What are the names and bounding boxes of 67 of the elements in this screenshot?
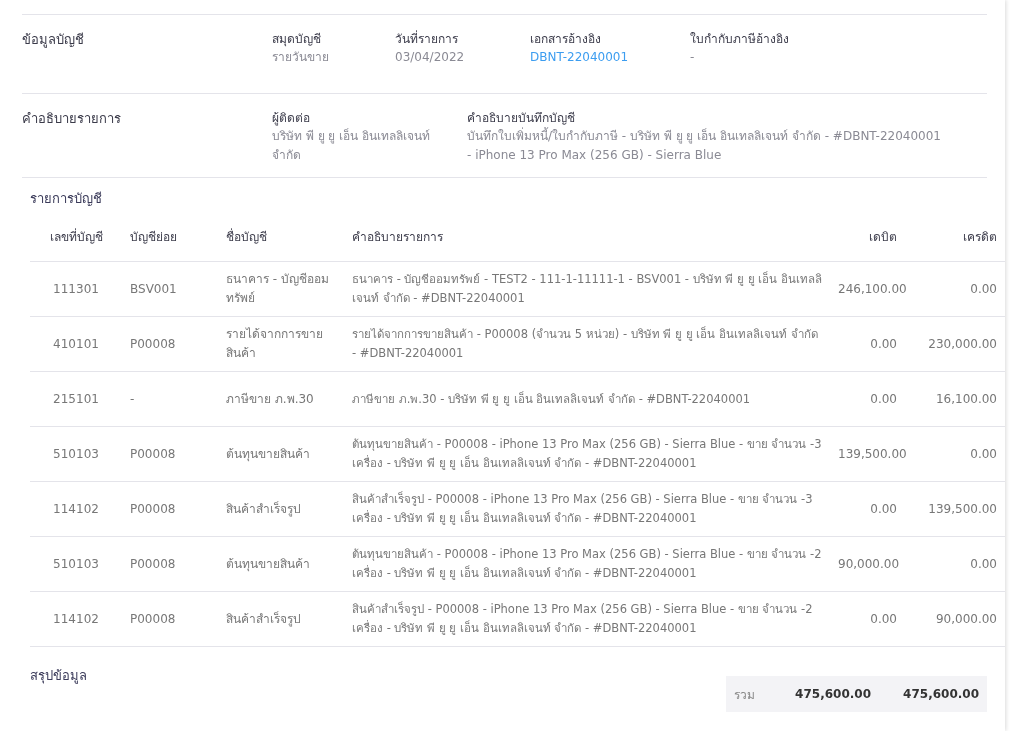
total-label: รวม <box>734 686 755 704</box>
table-cell: 114102 <box>30 591 122 647</box>
total-credit: 475,600.00 <box>902 687 980 701</box>
column-header: ชื่อบัญชี <box>218 215 344 262</box>
field-value: 03/04/2022 <box>395 49 466 66</box>
table-cell: 90,000.00 <box>905 591 1005 647</box>
field-value: บันทึกใบเพิ่มหนี้/ใบกำกับภาษี - บริษัท พี ยู ยู เอ็น อินเทลลิเจนท์ จำกัด - #DBNT-22040001 - iPhone 13 Pro Max (256 GB) - Sierra Blue <box>467 127 942 164</box>
document-link[interactable]: DBNT-22040001 <box>530 50 629 64</box>
table-cell: 139,500.00 <box>905 481 1005 537</box>
field-value: รายวันขาย <box>272 49 330 66</box>
table-cell: 0.00 <box>830 316 905 372</box>
field-label: ผู้ติดต่อ <box>272 110 311 127</box>
table-cell: สินค้าสำเร็จรูป - P00008 - iPhone 13 Pro Max (256 GB) - Sierra Blue - ขาย จำนวน -2 เครื่อง - บริษัท พี ยู ยู เอ็น อินเทลลิเจนท์ จำกัด - #DBNT-22040001 <box>344 591 830 647</box>
column-header: คำอธิบายรายการ <box>344 215 830 262</box>
table-cell: 215101 <box>30 371 122 427</box>
section-heading: คำอธิบายรายการ <box>22 110 122 128</box>
table-cell: P00008 <box>122 481 218 537</box>
table-cell: 16,100.00 <box>905 371 1005 427</box>
table-cell: ต้นทุนขายสินค้า - P00008 - iPhone 13 Pro Max (256 GB) - Sierra Blue - ขาย จำนวน -3 เครื่อง - บริษัท พี ยู ยู เอ็น อินเทลลิเจนท์ จำกัด - #DBNT-22040001 <box>344 426 830 482</box>
table-cell: 111301 <box>30 261 122 317</box>
table-cell: 139,500.00 <box>830 426 905 482</box>
table-cell: 0.00 <box>830 591 905 647</box>
table-title: รายการบัญชี <box>30 190 103 208</box>
table-cell: P00008 <box>122 316 218 372</box>
table-cell: 510103 <box>30 426 122 482</box>
table-cell: ภาษีขาย ภ.พ.30 <box>218 371 344 427</box>
field-value: - <box>690 49 696 66</box>
table-cell: สินค้าสำเร็จรูป <box>218 481 344 537</box>
table-cell: สินค้าสำเร็จรูป <box>218 591 344 647</box>
field-label: ใบกำกับภาษีอ้างอิง <box>690 31 790 48</box>
field-label: เอกสารอ้างอิง <box>530 31 602 48</box>
table-cell: - <box>122 371 218 427</box>
table-cell: ต้นทุนขายสินค้า - P00008 - iPhone 13 Pro Max (256 GB) - Sierra Blue - ขาย จำนวน -2 เครื่อง - บริษัท พี ยู ยู เอ็น อินเทลลิเจนท์ จำกัด - #DBNT-22040001 <box>344 536 830 592</box>
table-cell: P00008 <box>122 426 218 482</box>
table-cell: 0.00 <box>830 371 905 427</box>
table-cell: 90,000.00 <box>830 536 905 592</box>
field-label: คำอธิบายบันทึกบัญชี <box>467 110 576 127</box>
table-cell: BSV001 <box>122 261 218 317</box>
table-cell: 230,000.00 <box>905 316 1005 372</box>
table-cell: ธนาคาร - บัญชีออมทรัพย์ - TEST2 - 111-1-11111-1 - BSV001 - บริษัท พี ยู ยู เอ็น อินเทลลิเจนท์ จำกัด - #DBNT-22040001 <box>344 261 830 317</box>
table-cell: 0.00 <box>905 426 1005 482</box>
table-cell: 0.00 <box>905 536 1005 592</box>
table-cell: รายได้จากการขายสินค้า - P00008 (จำนวน 5 หน่วย) - บริษัท พี ยู ยู เอ็น อินเทลลิเจนท์ จำกัด - #DBNT-22040001 <box>344 316 830 372</box>
table-cell: รายได้จากการขายสินค้า <box>218 316 344 372</box>
field-label: สมุดบัญชี <box>272 31 322 48</box>
table-cell: 410101 <box>30 316 122 372</box>
total-debit: 475,600.00 <box>794 687 872 701</box>
column-header: เดบิต <box>830 215 905 262</box>
field-value: บริษัท พี ยู ยู เอ็น อินเทลลิเจนท์ จำกัด <box>272 127 432 164</box>
table-cell: ต้นทุนขายสินค้า <box>218 536 344 592</box>
table-cell: ต้นทุนขายสินค้า <box>218 426 344 482</box>
table-cell: 510103 <box>30 536 122 592</box>
column-header: เลขที่บัญชี <box>30 215 122 262</box>
summary-title: สรุปข้อมูล <box>30 667 88 686</box>
table-cell: 114102 <box>30 481 122 537</box>
field-label: วันที่รายการ <box>395 29 459 48</box>
section-heading: ข้อมูลบัญชี <box>22 31 85 50</box>
table-cell: ภาษีขาย ภ.พ.30 - บริษัท พี ยู ยู เอ็น อินเทลลิเจนท์ จำกัด - #DBNT-22040001 <box>344 371 830 427</box>
column-header: บัญชีย่อย <box>122 215 218 262</box>
table-cell: P00008 <box>122 536 218 592</box>
column-header: เครดิต <box>905 215 1005 262</box>
table-cell: P00008 <box>122 591 218 647</box>
table-cell: 0.00 <box>830 481 905 537</box>
table-cell: ธนาคาร - บัญชีออมทรัพย์ <box>218 261 344 317</box>
table-cell: 0.00 <box>905 261 1005 317</box>
table-cell: 246,100.00 <box>830 261 905 317</box>
table-cell: สินค้าสำเร็จรูป - P00008 - iPhone 13 Pro Max (256 GB) - Sierra Blue - ขาย จำนวน -3 เครื่อง - บริษัท พี ยู ยู เอ็น อินเทลลิเจนท์ จำกัด - #DBNT-22040001 <box>344 481 830 537</box>
